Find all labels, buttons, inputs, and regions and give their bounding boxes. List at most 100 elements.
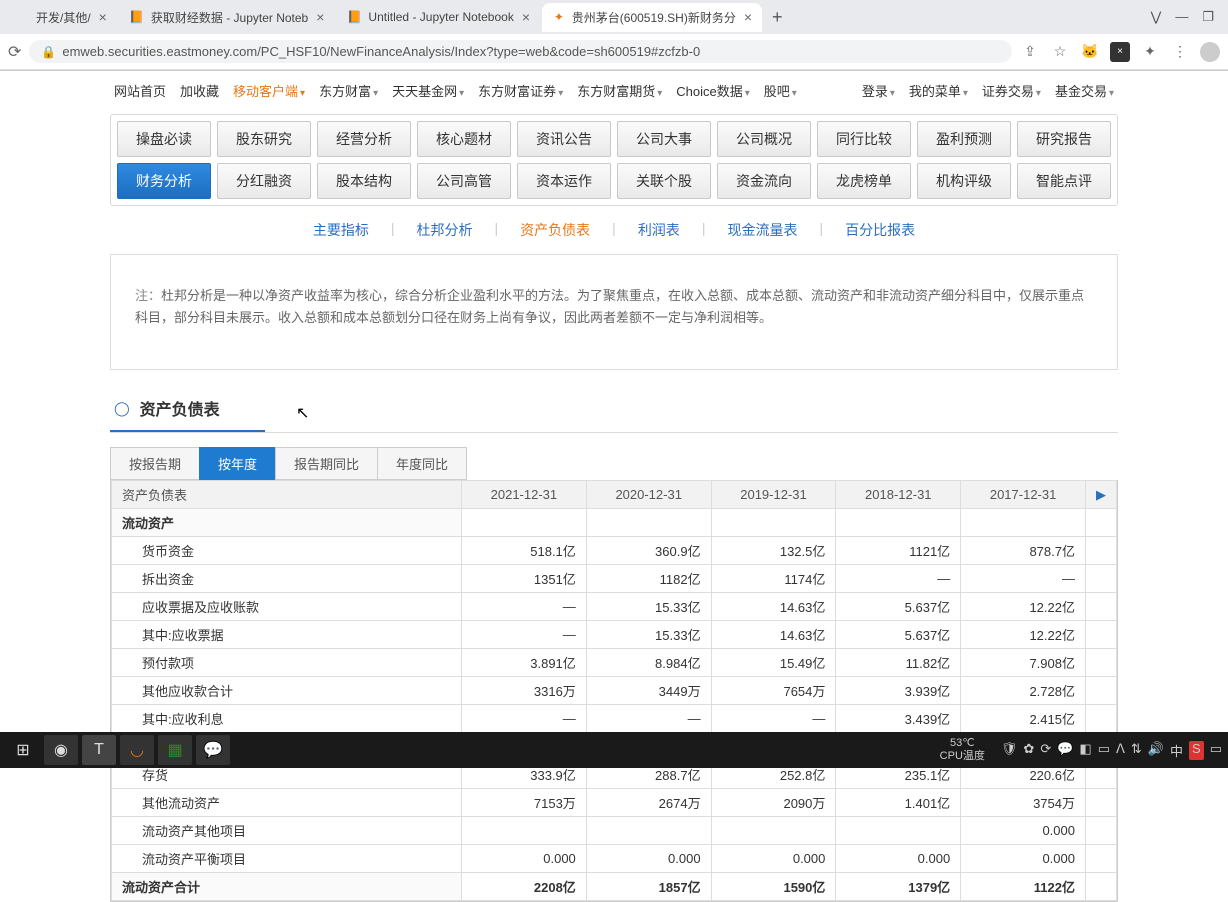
ext-icon[interactable]: × [1110, 42, 1130, 62]
share-icon[interactable]: ⇪ [1020, 42, 1040, 62]
category-button[interactable]: 机构评级 [917, 163, 1011, 199]
nav-df[interactable]: 东方财富 [315, 79, 382, 102]
task-chrome[interactable]: ◉ [44, 735, 78, 765]
filter-tab[interactable]: 按年度 [199, 447, 276, 480]
category-button[interactable]: 资讯公告 [517, 121, 611, 157]
shield-icon[interactable]: 🐱 [1080, 42, 1100, 62]
scroll-right-icon[interactable]: ▶ [1086, 481, 1117, 509]
filter-tab[interactable]: 报告期同比 [275, 447, 378, 480]
category-button[interactable]: 研究报告 [1017, 121, 1111, 157]
reload-icon[interactable]: ⟳ [8, 42, 21, 62]
cell-value: 5.637亿 [836, 621, 961, 649]
col-date: 2018-12-31 [836, 481, 961, 509]
tray-app-icon[interactable]: ✿ [1023, 741, 1034, 760]
url-bar[interactable]: 🔒 emweb.securities.eastmoney.com/PC_HSF1… [29, 40, 1012, 63]
close-icon[interactable]: × [522, 9, 530, 25]
category-button[interactable]: 公司大事 [617, 121, 711, 157]
new-tab-button[interactable]: + [764, 3, 791, 32]
table-row: 预付款项3.891亿8.984亿15.49亿11.82亿7.908亿 [112, 649, 1117, 677]
task-wechat[interactable]: 💬 [196, 735, 230, 765]
category-button[interactable]: 公司高管 [417, 163, 511, 199]
profile-icon[interactable] [1200, 42, 1220, 62]
subtab-link[interactable]: 现金流量表 [727, 220, 797, 240]
filter-tabs: 按报告期按年度报告期同比年度同比 [110, 447, 1118, 480]
nav-fav[interactable]: 加收藏 [176, 79, 223, 102]
category-button[interactable]: 龙虎榜单 [817, 163, 911, 199]
cell-value: 5.637亿 [836, 593, 961, 621]
subtab-link[interactable]: 主要指标 [313, 220, 369, 240]
tab-2[interactable]: 📙Untitled - Jupyter Notebook× [336, 3, 540, 31]
task-app-c[interactable]: ◡ [120, 735, 154, 765]
cell-value [836, 817, 961, 845]
extensions-icon[interactable]: ✦ [1140, 42, 1160, 62]
category-button[interactable]: 资本运作 [517, 163, 611, 199]
filter-tab[interactable]: 年度同比 [377, 447, 467, 480]
nav-home[interactable]: 网站首页 [110, 79, 170, 102]
nav-sec[interactable]: 东方财富证券 [474, 79, 567, 102]
task-app-t[interactable]: T [82, 735, 116, 765]
category-button[interactable]: 经营分析 [317, 121, 411, 157]
nav-mobile[interactable]: 移动客户端 [229, 79, 309, 102]
tray-s-icon[interactable]: S [1189, 741, 1204, 760]
category-button[interactable]: 股本结构 [317, 163, 411, 199]
subtab-link[interactable]: 利润表 [638, 220, 680, 240]
category-button[interactable]: 同行比较 [817, 121, 911, 157]
tab-3[interactable]: ✦贵州茅台(600519.SH)新财务分× [542, 3, 762, 32]
cell-value: 518.1亿 [462, 537, 587, 565]
table-row: 其中:应收票据—15.33亿14.63亿5.637亿12.22亿 [112, 621, 1117, 649]
cell-value: 2.415亿 [961, 705, 1086, 733]
category-button[interactable]: 操盘必读 [117, 121, 211, 157]
nav-fut[interactable]: 东方财富期货 [573, 79, 666, 102]
tray-wifi-icon[interactable]: ⇅ [1131, 741, 1142, 760]
subtab-link[interactable]: 资产负债表 [520, 220, 590, 240]
cell-value [961, 509, 1086, 537]
tray-shield-icon[interactable]: 🛡 [1001, 741, 1018, 760]
category-button[interactable]: 分红融资 [217, 163, 311, 199]
tray-chat-icon[interactable]: 💬 [1057, 741, 1073, 760]
close-icon[interactable]: × [99, 9, 107, 25]
category-button[interactable]: 资金流向 [717, 163, 811, 199]
close-icon[interactable]: × [744, 9, 752, 25]
window-restore-icon[interactable]: ❐ [1202, 9, 1214, 25]
tray-icons[interactable]: 🛡 ✿ ⟳ 💬 ◧ ▭ ᐱ ⇅ 🔊 中 S ▭ [1001, 741, 1222, 760]
category-button[interactable]: 核心题材 [417, 121, 511, 157]
jupyter-icon: 📙 [129, 9, 145, 25]
tray-net-icon[interactable]: ◧ [1079, 741, 1091, 760]
nav-fund[interactable]: 天天基金网 [388, 79, 468, 102]
cell-value: — [961, 565, 1086, 593]
nav-menu[interactable]: 我的菜单 [905, 79, 972, 102]
category-button[interactable]: 公司概况 [717, 121, 811, 157]
nav-choice[interactable]: Choice数据 [672, 79, 754, 102]
tray-vol-icon[interactable]: 🔊 [1148, 741, 1164, 760]
tab-1[interactable]: 📙获取财经数据 - Jupyter Noteb× [119, 3, 335, 32]
nav-login[interactable]: 登录 [858, 79, 899, 102]
category-button[interactable]: 股东研究 [217, 121, 311, 157]
window-line-icon[interactable]: — [1175, 9, 1188, 25]
filter-tab[interactable]: 按报告期 [110, 447, 200, 480]
tray-disp-icon[interactable]: ▭ [1098, 741, 1110, 760]
window-minimize-icon[interactable]: ⋁ [1151, 9, 1162, 25]
subtab-link[interactable]: 百分比报表 [845, 220, 915, 240]
category-button[interactable]: 盈利预测 [917, 121, 1011, 157]
category-button[interactable]: 关联个股 [617, 163, 711, 199]
start-button[interactable]: ⊞ [6, 735, 40, 765]
nav-trade[interactable]: 证券交易 [978, 79, 1045, 102]
close-icon[interactable]: × [316, 9, 324, 25]
menu-icon[interactable]: ⋮ [1170, 42, 1190, 62]
subtab-link[interactable]: 杜邦分析 [417, 220, 473, 240]
tray-ime-icon[interactable]: 中 [1170, 741, 1183, 760]
tray-sync-icon[interactable]: ⟳ [1040, 741, 1051, 760]
task-excel[interactable]: ▦ [158, 735, 192, 765]
tray-notif-icon[interactable]: ▭ [1210, 741, 1222, 760]
category-button[interactable]: 财务分析 [117, 163, 211, 199]
nav-guba[interactable]: 股吧 [760, 79, 801, 102]
cell-value: 15.33亿 [586, 593, 711, 621]
bookmark-icon[interactable]: ☆ [1050, 42, 1070, 62]
cell-value: 360.9亿 [586, 537, 711, 565]
category-button[interactable]: 智能点评 [1017, 163, 1111, 199]
tray-up-icon[interactable]: ᐱ [1116, 741, 1125, 760]
tab-0[interactable]: 开发/其他/× [4, 3, 117, 32]
nav-fundtrade[interactable]: 基金交易 [1051, 79, 1118, 102]
cell-value: 2090万 [711, 789, 836, 817]
table-row: 拆出资金1351亿1182亿1174亿—— [112, 565, 1117, 593]
